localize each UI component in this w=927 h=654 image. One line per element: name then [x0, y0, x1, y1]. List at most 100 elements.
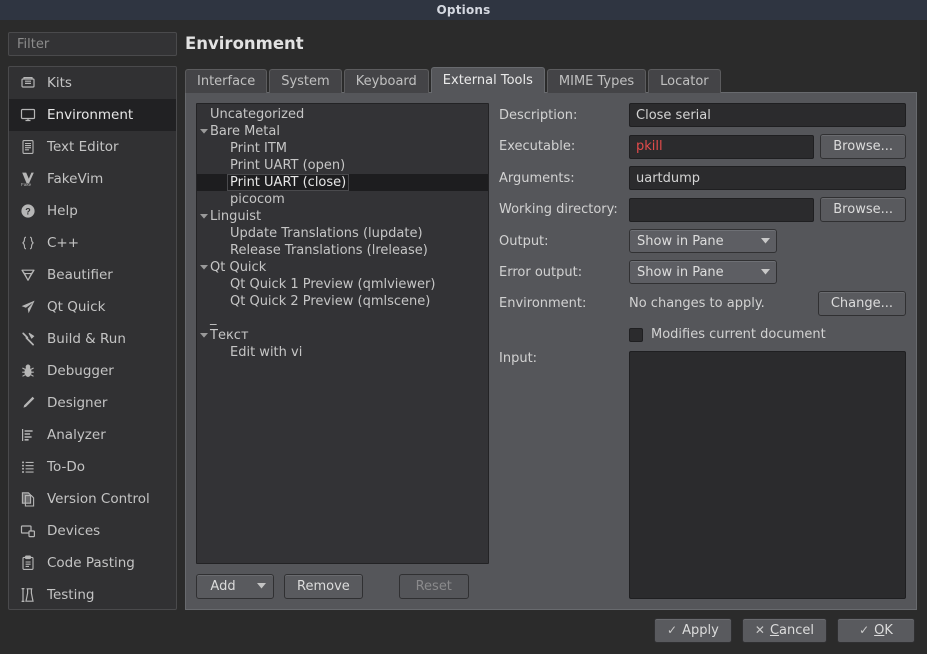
- modifies-document-label: Modifies current document: [651, 327, 826, 342]
- executable-row: Executable: Browse...: [499, 134, 906, 159]
- sidebar-item-label: Text Editor: [47, 139, 119, 155]
- apply-button[interactable]: ✓ Apply: [653, 617, 732, 643]
- chevron-down-icon[interactable]: [197, 129, 210, 134]
- sidebar-item-debugger[interactable]: Debugger: [9, 355, 176, 387]
- tree-row[interactable]: picocom: [197, 191, 488, 208]
- arguments-input[interactable]: [629, 166, 906, 190]
- input-row: Input:: [499, 351, 906, 599]
- apply-button-label: Apply: [682, 622, 719, 638]
- cancel-button-label: Cancel: [769, 622, 814, 638]
- sidebar-item-label: Build & Run: [47, 331, 126, 347]
- tree-row[interactable]: Update Translations (lupdate): [197, 225, 488, 242]
- add-button[interactable]: Add: [196, 573, 274, 599]
- sidebar-item-label: Help: [47, 203, 78, 219]
- tree-row[interactable]: Release Translations (lrelease): [197, 242, 488, 259]
- chevron-down-icon[interactable]: [197, 265, 210, 270]
- tool-tree-column: Uncategorized Bare Metal Print ITM Print UA…: [196, 103, 489, 599]
- tree-row-label: Print UART (open): [230, 158, 346, 173]
- tree-row[interactable]: Print ITM: [197, 140, 488, 157]
- tree-row-label: Linguist: [210, 209, 262, 224]
- sidebar-item-build-run[interactable]: Build & Run: [9, 323, 176, 355]
- ok-button[interactable]: ✓ OK: [837, 617, 915, 643]
- tab-keyboard[interactable]: Keyboard: [343, 69, 429, 93]
- sidebar-item-qt-quick[interactable]: Qt Quick: [9, 291, 176, 323]
- tab-mime-types[interactable]: MIME Types: [546, 69, 647, 93]
- arguments-row: Arguments:: [499, 166, 906, 190]
- monitor-icon: [19, 106, 37, 124]
- tree-row[interactable]: Qt Quick: [197, 259, 488, 276]
- tab-locator[interactable]: Locator: [648, 69, 721, 93]
- tool-tree[interactable]: Uncategorized Bare Metal Print ITM Print UA…: [196, 103, 489, 564]
- remove-button-label: Remove: [297, 578, 350, 594]
- sidebar-item-environment[interactable]: Environment: [9, 99, 176, 131]
- sidebar-item-beautifier[interactable]: Beautifier: [9, 259, 176, 291]
- tree-row[interactable]: _: [197, 310, 488, 327]
- sidebar-item-to-do[interactable]: To-Do: [9, 451, 176, 483]
- tree-row[interactable]: Edit with vi: [197, 344, 488, 361]
- error-output-row: Error output: Show in Pane: [499, 260, 906, 284]
- tree-row[interactable]: Linguist: [197, 208, 488, 225]
- tree-row[interactable]: Uncategorized: [197, 106, 488, 123]
- modifies-document-row[interactable]: Modifies current document: [629, 327, 906, 342]
- tree-row-label: Uncategorized: [210, 107, 305, 122]
- dialog-footer: ✓ Apply ✕ Cancel ✓ OK: [0, 610, 927, 654]
- svg-text:Fake: Fake: [21, 182, 32, 187]
- clipboard-icon: [19, 554, 37, 572]
- chevron-down-icon[interactable]: [249, 575, 273, 598]
- tree-row[interactable]: Print UART (open): [197, 157, 488, 174]
- chevron-down-icon[interactable]: [197, 333, 210, 338]
- modifies-document-checkbox[interactable]: [629, 327, 643, 342]
- remove-button[interactable]: Remove: [284, 573, 363, 599]
- sidebar-item-kits[interactable]: Kits: [9, 67, 176, 99]
- executable-input[interactable]: [629, 134, 815, 159]
- sidebar-item-analyzer[interactable]: Analyzer: [9, 419, 176, 451]
- working-directory-browse-button[interactable]: Browse...: [820, 197, 906, 222]
- tree-row-label: _: [210, 311, 217, 326]
- executable-browse-label: Browse...: [833, 139, 893, 154]
- chevron-down-icon[interactable]: [197, 214, 210, 219]
- tab-system[interactable]: System: [269, 69, 342, 93]
- tree-row[interactable]: Qt Quick 1 Preview (qmlviewer): [197, 276, 488, 293]
- sidebar-item-help[interactable]: ? Help: [9, 195, 176, 227]
- tab-interface[interactable]: Interface: [185, 69, 268, 93]
- sidebar-item-version-control[interactable]: Version Control: [9, 483, 176, 515]
- tree-row-label: Qt Quick: [210, 260, 267, 275]
- sidebar-item-label: Code Pasting: [47, 555, 135, 571]
- tab-bar: Interface System Keyboard External Tools MIM…: [185, 67, 917, 93]
- filter-input[interactable]: [8, 32, 177, 56]
- executable-browse-button[interactable]: Browse...: [820, 134, 906, 159]
- flask-icon: [19, 586, 37, 604]
- close-icon: ✕: [754, 623, 765, 637]
- tab-external-tools[interactable]: External Tools: [430, 67, 545, 93]
- output-select-value: Show in Pane: [637, 233, 724, 249]
- input-textarea[interactable]: [629, 351, 906, 599]
- devices-icon: [19, 522, 37, 540]
- working-directory-input[interactable]: [629, 197, 815, 222]
- arguments-label: Arguments:: [499, 170, 575, 186]
- working-directory-label: Working directory:: [499, 202, 618, 217]
- tab-label: External Tools: [442, 73, 533, 88]
- chevron-down-icon: [754, 269, 776, 275]
- error-output-select[interactable]: Show in Pane: [629, 260, 777, 284]
- environment-change-button[interactable]: Change...: [817, 291, 906, 316]
- tree-row[interactable]: Print UART (close): [197, 174, 488, 191]
- description-input[interactable]: [629, 103, 906, 127]
- sidebar-item-fakevim[interactable]: Fake FakeVim: [9, 163, 176, 195]
- tree-row[interactable]: Qt Quick 2 Preview (qmlscene): [197, 293, 488, 310]
- cancel-button[interactable]: ✕ Cancel: [741, 617, 827, 643]
- tree-row[interactable]: Текст: [197, 327, 488, 344]
- sidebar-item-designer[interactable]: Designer: [9, 387, 176, 419]
- reset-button-label: Reset: [415, 578, 452, 594]
- tree-row[interactable]: Bare Metal: [197, 123, 488, 140]
- ok-button-label: OK: [874, 622, 893, 638]
- sidebar-item-testing[interactable]: Testing: [9, 579, 176, 609]
- output-select[interactable]: Show in Pane: [629, 229, 777, 253]
- sidebar-item-code-pasting[interactable]: Code Pasting: [9, 547, 176, 579]
- sidebar-item-label: Analyzer: [47, 427, 106, 443]
- chart-bars-icon: [19, 426, 37, 444]
- sidebar-item-devices[interactable]: Devices: [9, 515, 176, 547]
- reset-button[interactable]: Reset: [398, 573, 469, 599]
- sidebar-item-text-editor[interactable]: Text Editor: [9, 131, 176, 163]
- sidebar-item-c[interactable]: C++: [9, 227, 176, 259]
- tree-row-label: Release Translations (lrelease): [230, 243, 428, 258]
